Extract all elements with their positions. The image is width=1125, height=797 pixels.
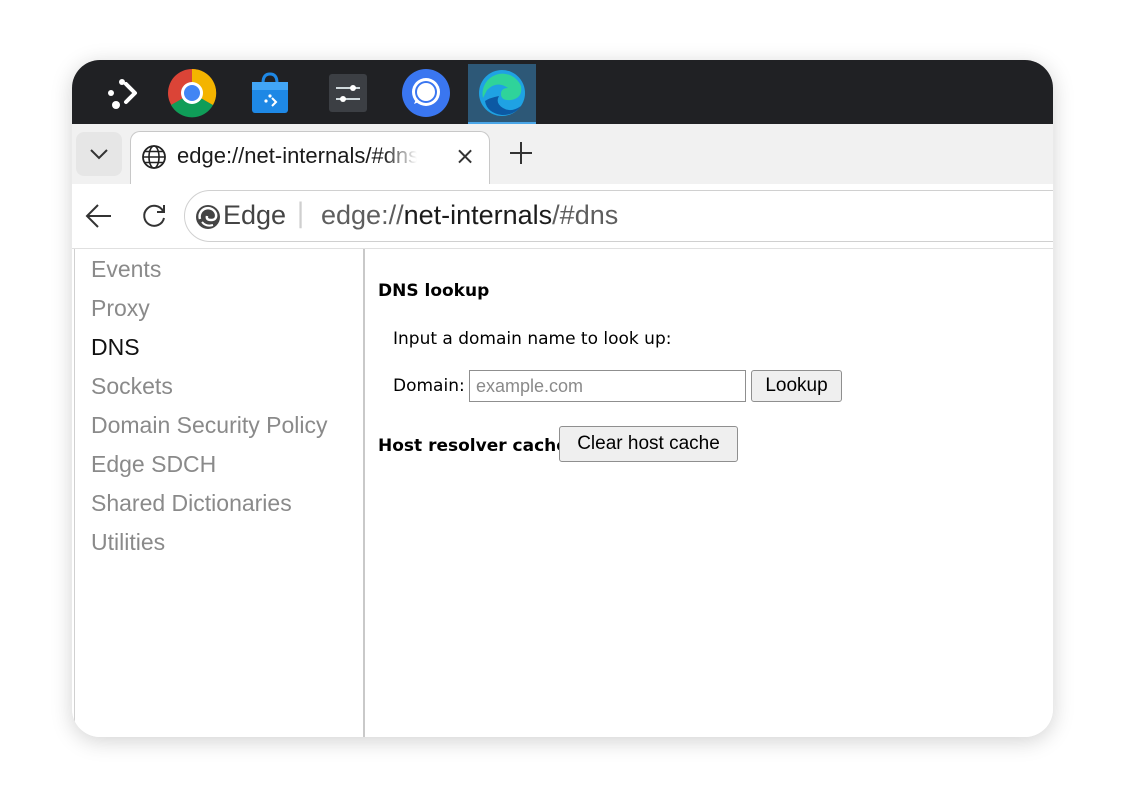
reload-icon[interactable] [140,202,168,230]
app-launcher-button[interactable] [88,64,156,122]
globe-icon [142,145,166,169]
sidebar-item-edge-sdch[interactable]: Edge SDCH [91,451,216,478]
host-resolver-cache-heading: Host resolver cache [378,436,568,456]
settings-sliders-icon [329,74,367,112]
sidebar-item-proxy[interactable]: Proxy [91,295,150,322]
lookup-button[interactable]: Lookup [751,370,842,402]
url-scheme: edge:// [321,200,404,230]
domain-label: Domain: [393,376,465,396]
new-tab-icon[interactable] [506,138,536,168]
tab-list-button[interactable] [76,132,122,176]
edge-icon [479,70,525,116]
signal-icon [402,69,450,117]
dns-lookup-prompt: Input a domain name to look up: [393,329,672,349]
url-path: /#dns [552,200,619,230]
tab-title: edge://net-internals/#dns [177,143,417,168]
page-content: Events Proxy DNS Sockets Domain Security… [72,249,1053,737]
dns-lookup-heading: DNS lookup [378,281,490,301]
address-bar[interactable]: Edge | edge://net-internals/#dns [184,190,1053,242]
address-separator: | [296,198,306,229]
taskbar [72,60,1053,125]
dns-panel: DNS lookup Input a domain name to look u… [364,249,1053,737]
chrome-icon [168,68,217,118]
sidebar-item-dns[interactable]: DNS [91,334,140,361]
address-url: edge://net-internals/#dns [321,200,618,231]
store-icon [252,72,288,113]
tab-net-internals[interactable]: edge://net-internals/#dns × [130,131,490,184]
back-arrow-icon[interactable] [84,202,114,230]
sidebar-item-sockets[interactable]: Sockets [91,373,173,400]
sidebar-item-shared-dictionaries[interactable]: Shared Dictionaries [91,490,292,517]
browser-window: edge://net-internals/#dns × Edge | edge:… [72,60,1053,737]
edge-taskbar-button[interactable] [468,64,536,125]
clear-host-cache-button[interactable]: Clear host cache [559,426,738,462]
sidebar-item-domain-security-policy[interactable]: Domain Security Policy [91,412,327,439]
app-launcher-icon [108,79,137,109]
chrome-button[interactable] [158,64,226,122]
settings-app-button[interactable] [314,64,382,122]
edge-brand-label: Edge [223,200,287,230]
edge-logo-icon [196,205,220,229]
net-internals-sidebar: Events Proxy DNS Sockets Domain Security… [74,249,365,737]
signal-button[interactable] [392,64,460,122]
close-tab-icon[interactable]: × [455,142,475,170]
sidebar-item-utilities[interactable]: Utilities [91,529,165,556]
url-host: net-internals [403,200,553,230]
chevron-down-icon [90,149,108,160]
store-button[interactable] [236,64,304,122]
browser-toolbar: Edge | edge://net-internals/#dns [72,184,1053,249]
tab-strip: edge://net-internals/#dns × [72,124,1053,184]
domain-input[interactable] [469,370,746,402]
sidebar-item-events[interactable]: Events [91,256,161,283]
